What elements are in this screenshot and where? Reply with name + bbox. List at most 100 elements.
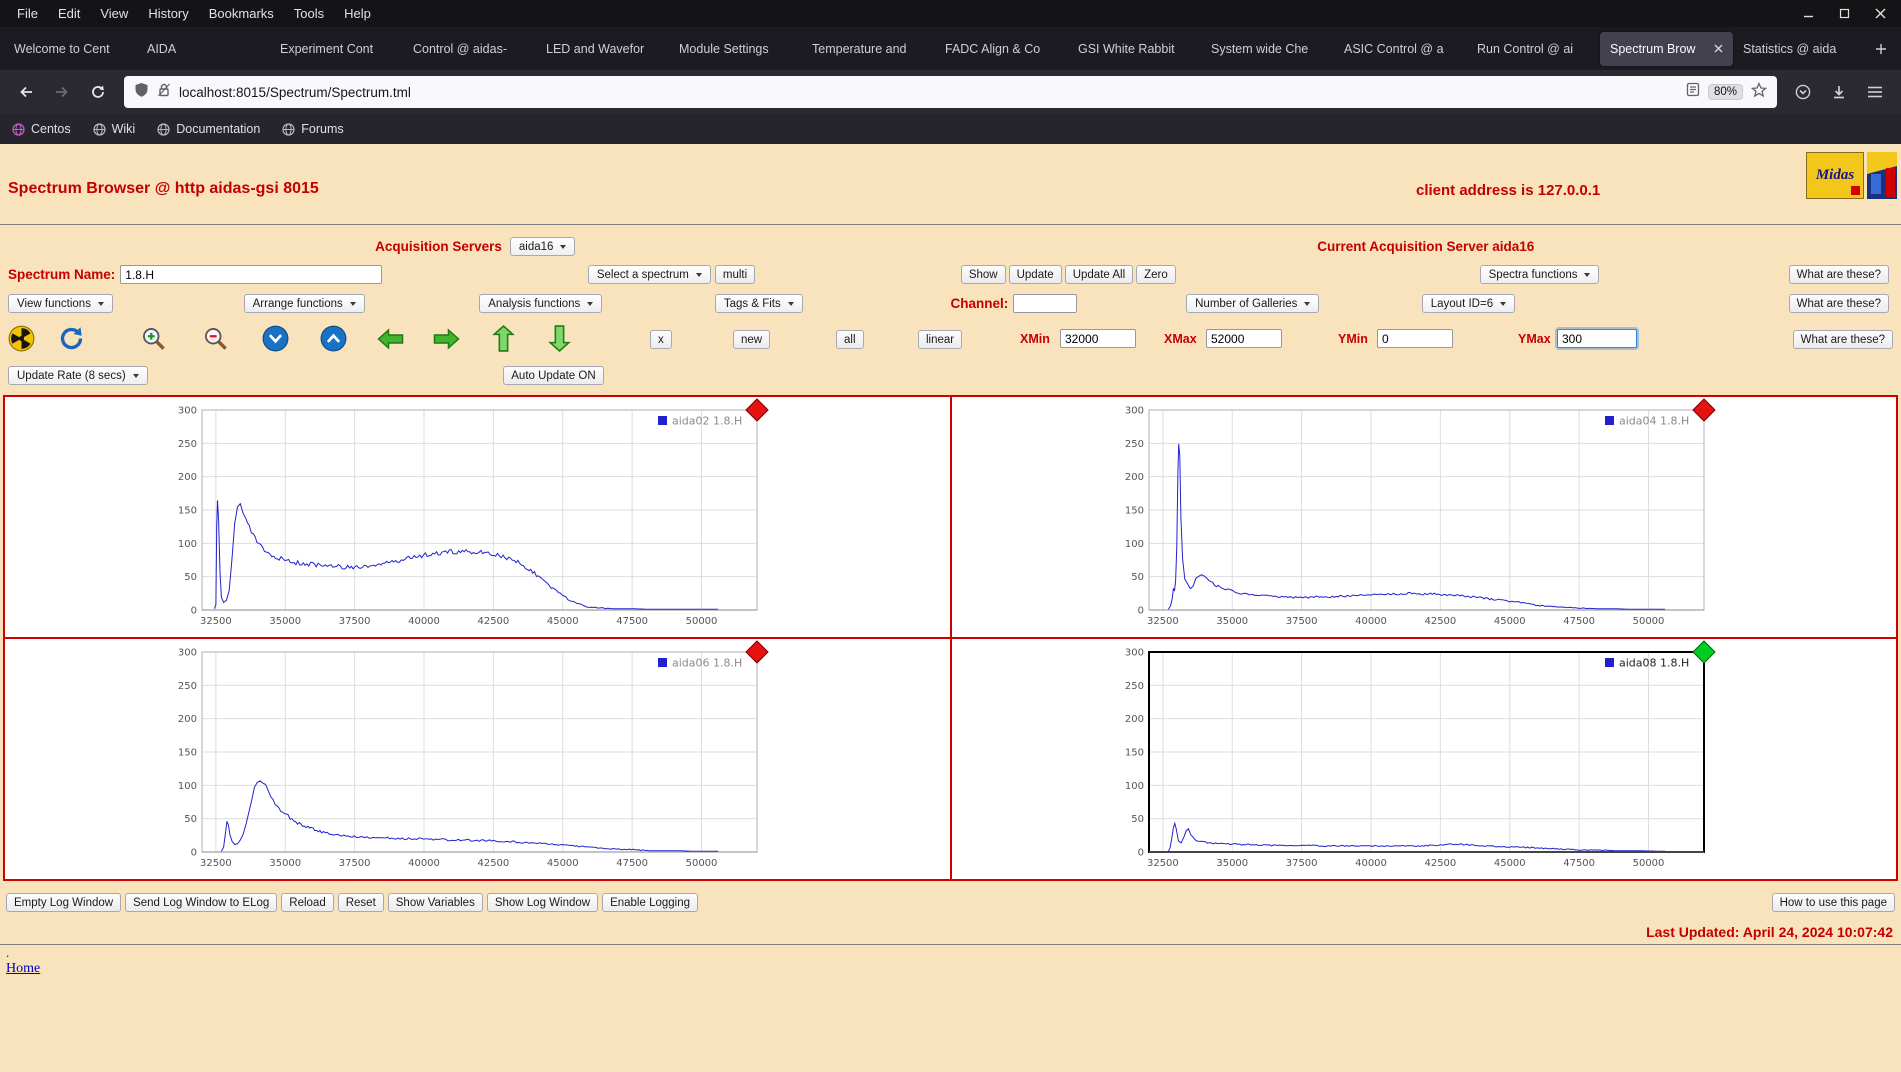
show-log-button[interactable]: Show Log Window (487, 893, 598, 912)
new-button[interactable]: new (733, 330, 770, 349)
multi-button[interactable]: multi (715, 265, 755, 284)
home-link[interactable]: Home (6, 961, 40, 977)
tab-experiment-control[interactable]: Experiment Cont (270, 32, 403, 66)
menu-tools[interactable]: Tools (285, 3, 333, 24)
what-are-these-button-2[interactable]: What are these? (1789, 294, 1889, 313)
bookmark-forums[interactable]: Forums (282, 122, 343, 136)
tab-welcome-to-centos[interactable]: Welcome to Cent (4, 32, 137, 66)
reload-button[interactable] (82, 76, 114, 108)
enable-logging-button[interactable]: Enable Logging (602, 893, 698, 912)
minimize-button[interactable] (1795, 4, 1821, 24)
auto-update-button[interactable]: Auto Update ON (503, 366, 603, 385)
acquisition-server-select[interactable]: aida16 (510, 237, 576, 256)
ymax-input[interactable] (1557, 329, 1637, 348)
auto-refresh-icon[interactable] (58, 325, 85, 357)
what-are-these-button-1[interactable]: What are these? (1789, 265, 1889, 284)
browser-window: File Edit View History Bookmarks Tools H… (0, 0, 1901, 1072)
linear-button[interactable]: linear (918, 330, 962, 349)
downloads-icon[interactable] (1823, 76, 1855, 108)
close-button[interactable] (1867, 4, 1893, 24)
xmax-input[interactable] (1206, 329, 1282, 348)
galleries-dropdown[interactable]: Number of Galleries (1186, 294, 1319, 313)
menu-edit[interactable]: Edit (49, 3, 89, 24)
zero-button[interactable]: Zero (1136, 265, 1176, 284)
radiation-icon[interactable] (8, 325, 35, 357)
menu-help[interactable]: Help (335, 3, 380, 24)
app-menu-icon[interactable] (1859, 76, 1891, 108)
bookmark-centos[interactable]: Centos (12, 122, 71, 136)
reload-page-button[interactable]: Reload (281, 893, 333, 912)
analysis-functions-dropdown[interactable]: Analysis functions (479, 294, 602, 313)
tab-temperature[interactable]: Temperature and (802, 32, 935, 66)
spectrum-name-input[interactable] (120, 265, 382, 284)
update-rate-dropdown[interactable]: Update Rate (8 secs) (8, 366, 148, 385)
tab-led-waveform[interactable]: LED and Wavefor (536, 32, 669, 66)
send-elog-button[interactable]: Send Log Window to ELog (125, 893, 277, 912)
menu-file[interactable]: File (8, 3, 47, 24)
tab-fadc-align[interactable]: FADC Align & Co (935, 32, 1068, 66)
update-button[interactable]: Update (1009, 265, 1062, 284)
tab-control-aidas[interactable]: Control @ aidas- (403, 32, 536, 66)
save-to-pocket-icon[interactable] (1787, 76, 1819, 108)
scroll-up-icon[interactable] (320, 325, 347, 357)
bookmark-documentation[interactable]: Documentation (157, 122, 260, 136)
xmin-input[interactable] (1060, 329, 1136, 348)
bookmark-star-icon[interactable] (1751, 82, 1767, 103)
forward-button[interactable] (46, 76, 78, 108)
show-button[interactable]: Show (961, 265, 1006, 284)
x-button[interactable]: x (650, 330, 672, 349)
tab-statistics[interactable]: Statistics @ aida (1733, 32, 1866, 66)
tab-asic-control[interactable]: ASIC Control @ a (1334, 32, 1467, 66)
tab-module-settings[interactable]: Module Settings (669, 32, 802, 66)
tab-system-wide-check[interactable]: System wide Che (1201, 32, 1334, 66)
what-are-these-button-3[interactable]: What are these? (1793, 330, 1893, 349)
connection-not-secure-icon[interactable] (157, 82, 171, 103)
pan-right-icon[interactable] (432, 328, 461, 355)
spectrum-chart-bottom-left[interactable]: 0501001502002503003250035000375004000042… (5, 639, 950, 879)
reset-button[interactable]: Reset (338, 893, 384, 912)
tab-gsi-white-rabbit[interactable]: GSI White Rabbit (1068, 32, 1201, 66)
empty-log-button[interactable]: Empty Log Window (6, 893, 121, 912)
show-variables-button[interactable]: Show Variables (388, 893, 483, 912)
ymin-input[interactable] (1377, 329, 1453, 348)
update-all-button[interactable]: Update All (1065, 265, 1133, 284)
zoom-out-icon[interactable] (202, 325, 229, 357)
zoom-in-icon[interactable] (140, 325, 167, 357)
pan-up-icon[interactable] (492, 324, 515, 358)
bookmark-wiki[interactable]: Wiki (93, 122, 136, 136)
back-button[interactable] (10, 76, 42, 108)
view-functions-dropdown[interactable]: View functions (8, 294, 113, 313)
tab-close-icon[interactable] (1714, 44, 1723, 53)
how-to-use-button[interactable]: How to use this page (1772, 893, 1895, 912)
select-spectrum-dropdown[interactable]: Select a spectrum (588, 265, 711, 284)
spectrum-chart-top-left[interactable]: 0501001502002503003250035000375004000042… (5, 397, 950, 637)
spectrum-chart-top-right[interactable]: 0501001502002503003250035000375004000042… (952, 397, 1897, 637)
layout-dropdown[interactable]: Layout ID=6 (1422, 294, 1515, 313)
legend-label: aida02 1.8.H (672, 415, 742, 428)
menu-bookmarks[interactable]: Bookmarks (200, 3, 283, 24)
shield-icon[interactable] (134, 82, 149, 103)
menu-view[interactable]: View (91, 3, 137, 24)
x-tick-label: 42500 (1424, 858, 1456, 869)
reader-mode-icon[interactable] (1686, 82, 1700, 102)
url-bar[interactable]: localhost:8015/Spectrum/Spectrum.tml 80% (124, 76, 1777, 108)
tags-fits-dropdown[interactable]: Tags & Fits (715, 294, 803, 313)
arrange-functions-dropdown[interactable]: Arrange functions (244, 294, 365, 313)
pan-left-icon[interactable] (376, 328, 405, 355)
scroll-down-icon[interactable] (262, 325, 289, 357)
new-tab-button[interactable] (1866, 34, 1896, 64)
legend-swatch (658, 416, 667, 425)
all-button[interactable]: all (836, 330, 864, 349)
url-text[interactable]: localhost:8015/Spectrum/Spectrum.tml (179, 85, 1678, 100)
spectrum-plot: 0501001502002503003250035000375004000042… (1124, 640, 1724, 878)
tab-run-control[interactable]: Run Control @ ai (1467, 32, 1600, 66)
maximize-button[interactable] (1831, 4, 1857, 24)
spectra-functions-dropdown[interactable]: Spectra functions (1480, 265, 1600, 284)
zoom-indicator[interactable]: 80% (1708, 84, 1743, 100)
channel-input[interactable] (1013, 294, 1077, 313)
spectrum-chart-bottom-right[interactable]: 0501001502002503003250035000375004000042… (952, 639, 1897, 879)
menu-history[interactable]: History (139, 3, 197, 24)
tab-aida[interactable]: AIDA (137, 32, 270, 66)
tab-spectrum-browser[interactable]: Spectrum Brow (1600, 32, 1733, 66)
pan-down-icon[interactable] (548, 324, 571, 358)
